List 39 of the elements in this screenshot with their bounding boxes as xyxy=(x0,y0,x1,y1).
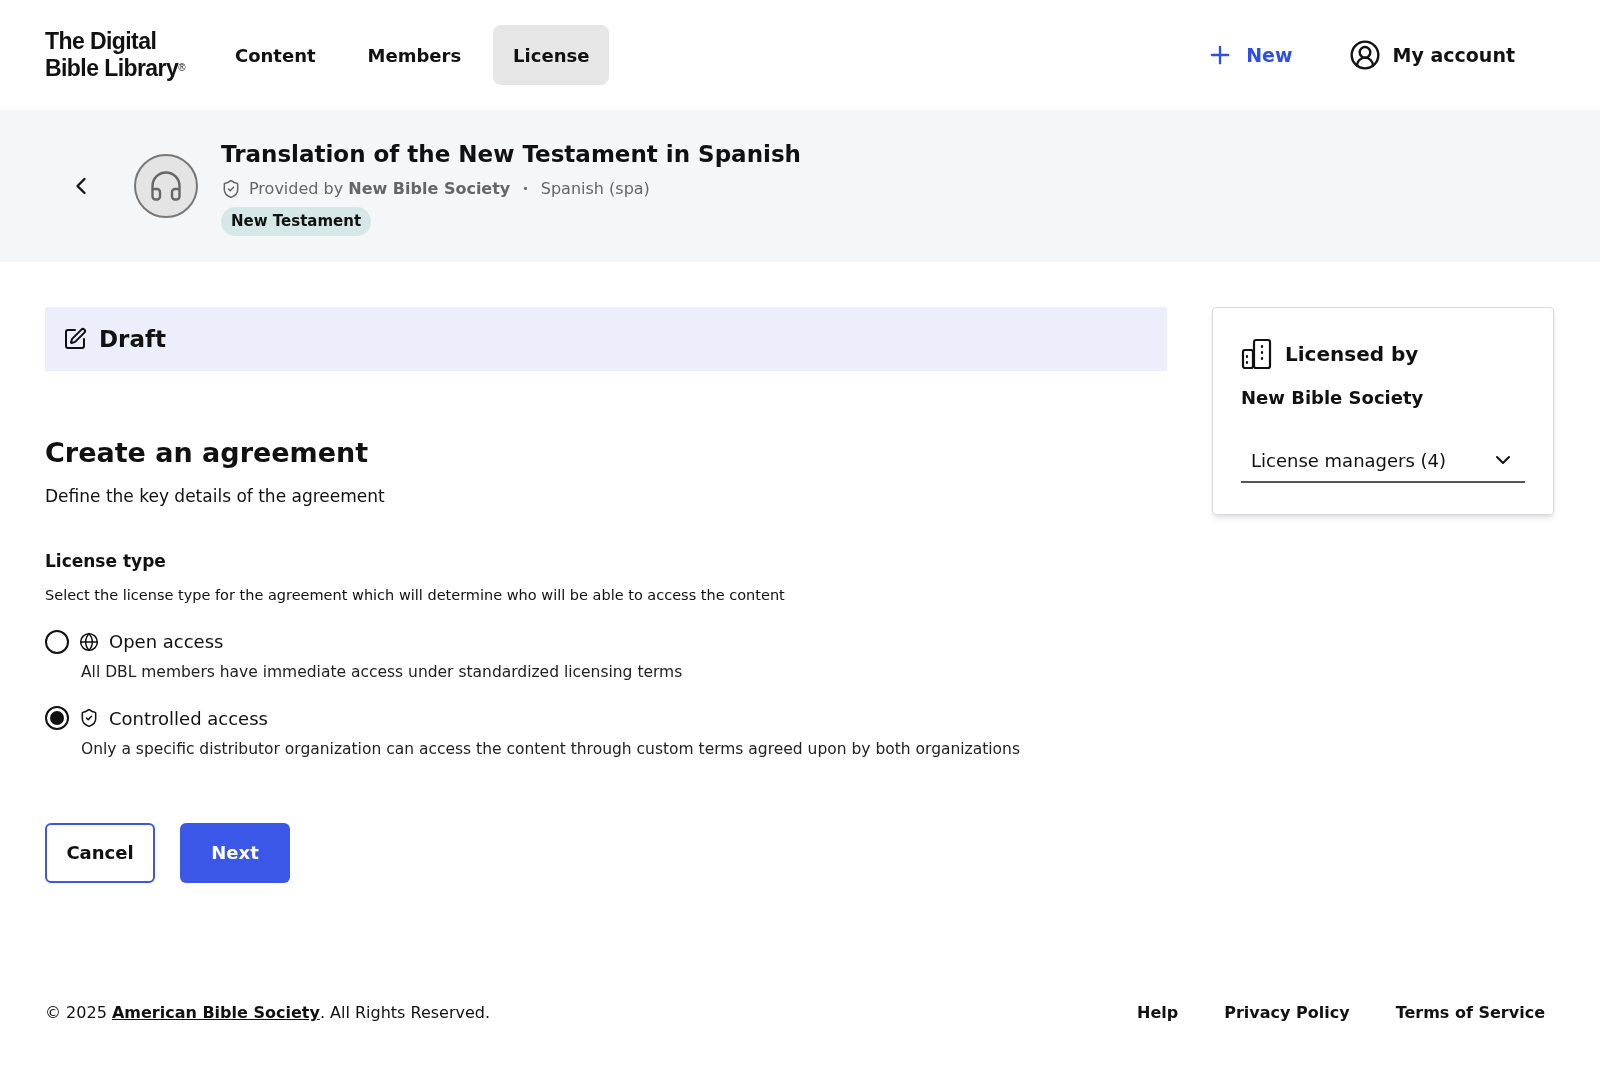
form-title: Create an agreement xyxy=(45,436,370,470)
testament-tag: New Testament xyxy=(221,207,372,236)
logo[interactable]: The Digital Bible Library$^{®}$ xyxy=(45,28,185,82)
shield-check-icon xyxy=(221,179,241,199)
provider-text: Provided by New Bible Society xyxy=(249,178,511,200)
edit-icon xyxy=(63,327,87,351)
language-text: Spanish (spa) xyxy=(540,178,650,200)
headphones-icon xyxy=(148,168,184,204)
cancel-button[interactable]: Cancel xyxy=(45,822,155,883)
nav-tab[interactable]: Members xyxy=(347,25,482,85)
status-label: Draft xyxy=(99,324,166,354)
shield-check-icon xyxy=(79,708,99,728)
next-button[interactable]: Next xyxy=(180,822,290,883)
organization-link[interactable]: American Bible Society xyxy=(111,1003,320,1022)
managers-dropdown[interactable]: License managers (4) xyxy=(1241,439,1525,483)
option-description: All DBL members have immediate access under standardized licensing terms xyxy=(81,662,684,684)
separator-dot: • xyxy=(522,180,529,197)
option-description: Only a specific distributor organization can access the content through custom terms agreed upon by both organizations xyxy=(81,738,1021,760)
globe-icon xyxy=(79,631,99,652)
licensor-name: New Bible Society xyxy=(1241,386,1425,410)
option-label[interactable]: Open access xyxy=(109,628,224,656)
nav-tab[interactable]: Content xyxy=(214,25,336,85)
option-label[interactable]: Controlled access xyxy=(109,704,268,732)
copyright-text: © 2025 American Bible Society. All Rights Reserved. xyxy=(45,1002,491,1024)
section-heading: License type xyxy=(45,550,167,573)
form-subtitle: Define the key details of the agreement xyxy=(45,484,386,508)
nav-tab[interactable]: License xyxy=(493,25,610,85)
radio-button[interactable] xyxy=(45,629,69,654)
account-button[interactable]: My account xyxy=(1348,39,1515,71)
user-icon xyxy=(1348,39,1381,71)
card-title: Licensed by xyxy=(1285,341,1419,368)
footer-link[interactable]: Help xyxy=(1137,1001,1179,1025)
section-hint: Select the license type for the agreement which will determine who will be able to access the content xyxy=(45,585,786,605)
footer-link[interactable]: Terms of Service xyxy=(1395,1001,1545,1025)
resource-title: Translation of the New Testament in Spanish xyxy=(221,139,801,169)
buildings-icon xyxy=(1241,338,1273,370)
radio-button[interactable] xyxy=(45,706,69,730)
new-button[interactable]: New xyxy=(1206,40,1293,70)
footer-link[interactable]: Privacy Policy xyxy=(1224,1001,1350,1025)
